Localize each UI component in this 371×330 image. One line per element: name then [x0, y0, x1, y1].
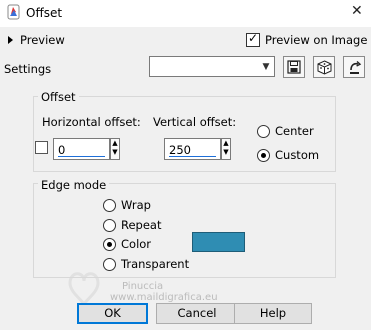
center-radio[interactable]: Center: [257, 123, 314, 139]
center-label: Center: [275, 124, 314, 138]
radio-button[interactable]: [103, 257, 116, 271]
custom-label: Custom: [275, 148, 320, 162]
app-icon: [7, 4, 20, 20]
stepper-down-icon[interactable]: ▼: [222, 148, 230, 157]
wrap-label: Wrap: [121, 198, 151, 212]
randomize-button[interactable]: [313, 56, 335, 78]
help-button[interactable]: Help: [234, 303, 312, 324]
dice-icon: [317, 59, 331, 75]
color-radio[interactable]: Color: [103, 236, 151, 252]
preview-on-image-label: Preview on Image: [265, 33, 368, 47]
radio-button[interactable]: [103, 218, 116, 232]
input-underline: [169, 156, 216, 157]
checkmark-icon: ✓: [248, 31, 259, 45]
edge-mode-group-title: Edge mode: [38, 178, 110, 192]
cancel-button[interactable]: Cancel: [156, 303, 238, 324]
input-underline: [58, 156, 105, 157]
color-label: Color: [121, 237, 152, 251]
watermark-url: www.maildigrafica.eu: [110, 292, 218, 303]
offset-group-title: Offset: [38, 90, 79, 104]
stepper-down-icon[interactable]: ▼: [111, 148, 119, 157]
watermark-text: Pinuccia: [122, 281, 164, 292]
preview-toggle[interactable]: Preview: [4, 31, 65, 49]
radio-button-selected[interactable]: [257, 148, 270, 162]
transparent-label: Transparent: [121, 257, 190, 271]
custom-radio[interactable]: Custom: [257, 147, 319, 163]
vertical-offset-label: Vertical offset:: [153, 115, 237, 129]
radio-button[interactable]: [257, 124, 270, 138]
vertical-offset-input[interactable]: 250: [164, 138, 221, 160]
vertical-offset-stepper[interactable]: ▲ ▼: [221, 138, 231, 160]
save-preset-button[interactable]: [283, 56, 305, 78]
repeat-label: Repeat: [121, 218, 162, 232]
preview-on-image-checkbox[interactable]: ✓ Preview on Image: [246, 31, 367, 49]
transparent-radio[interactable]: Transparent: [103, 256, 189, 272]
horizontal-offset-input[interactable]: 0: [53, 138, 110, 160]
radio-button[interactable]: [103, 198, 116, 212]
edge-color-swatch[interactable]: [192, 232, 245, 252]
reset-arrow-icon: [349, 60, 361, 74]
stepper-up-icon[interactable]: ▲: [222, 139, 230, 148]
radio-button-selected[interactable]: [103, 237, 116, 251]
vertical-offset-value: 250: [169, 143, 191, 157]
checkbox[interactable]: ✓: [246, 31, 260, 47]
settings-dropdown[interactable]: ▼: [149, 56, 275, 77]
preview-label: Preview: [20, 33, 65, 47]
stepper-up-icon[interactable]: ▲: [111, 139, 119, 148]
wrap-radio[interactable]: Wrap: [103, 197, 151, 213]
chevron-down-icon: ▼: [262, 61, 270, 72]
settings-label: Settings: [4, 62, 52, 76]
floppy-disk-icon: [287, 60, 301, 74]
horizontal-offset-stepper[interactable]: ▲ ▼: [110, 138, 120, 160]
horizontal-offset-label: Horizontal offset:: [42, 115, 141, 129]
repeat-radio[interactable]: Repeat: [103, 217, 161, 233]
ok-button[interactable]: OK: [77, 303, 148, 324]
expand-arrow-icon: [8, 36, 13, 44]
close-icon[interactable]: ✕: [351, 3, 363, 19]
horizontal-offset-value: 0: [58, 143, 66, 157]
reset-button[interactable]: [343, 56, 365, 78]
link-offsets-checkbox[interactable]: [35, 141, 48, 154]
window-title: Offset: [26, 6, 63, 20]
